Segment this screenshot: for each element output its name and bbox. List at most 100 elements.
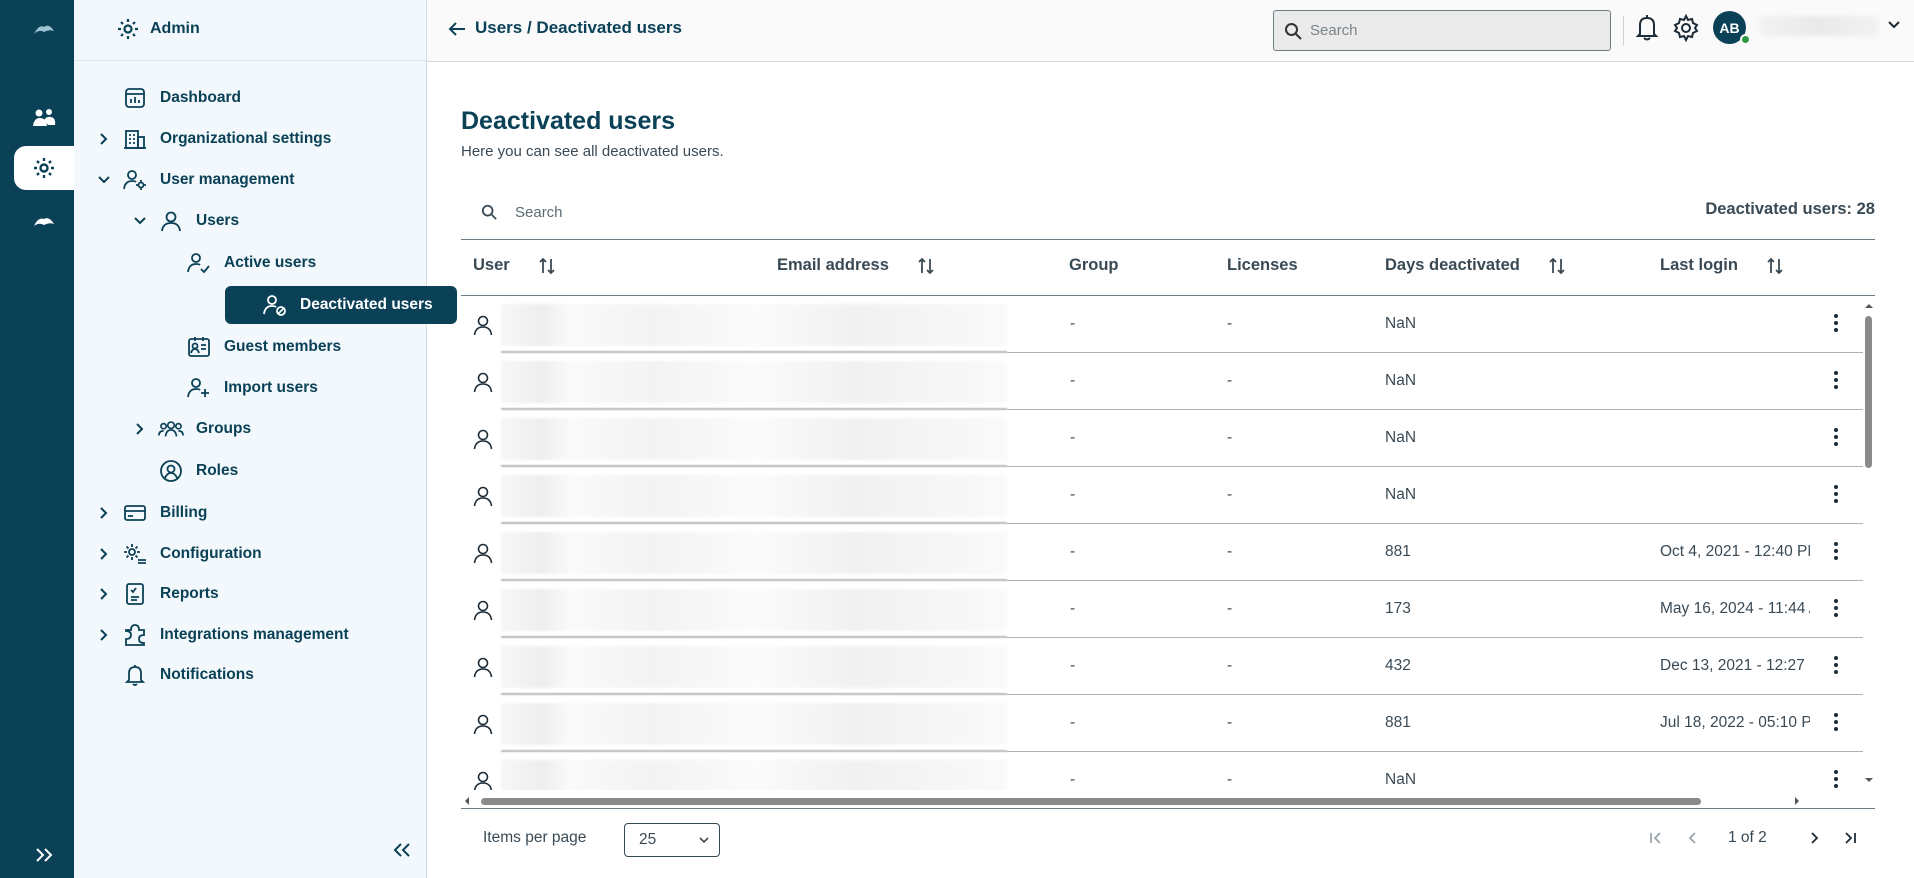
cell-group: - bbox=[1070, 657, 1076, 674]
table-row[interactable]: - - 173 May 16, 2024 - 11:44 AM bbox=[461, 581, 1863, 638]
global-search-input[interactable] bbox=[1310, 22, 1590, 39]
expand-rail-icon[interactable] bbox=[14, 835, 74, 875]
user-check-icon bbox=[186, 252, 212, 274]
table-row[interactable]: - - 881 Jul 18, 2022 - 05:10 PM bbox=[461, 695, 1863, 752]
redacted-user-info bbox=[501, 475, 1007, 517]
sort-icon[interactable] bbox=[538, 257, 556, 275]
sidebar-item-integrations[interactable]: Integrations management bbox=[94, 616, 349, 654]
sidebar-item-configuration[interactable]: Configuration bbox=[94, 535, 262, 573]
column-label: User bbox=[473, 256, 510, 274]
table-row[interactable]: - - 881 Oct 4, 2021 - 12:40 PM bbox=[461, 524, 1863, 581]
sidebar-item-users[interactable]: Users bbox=[130, 202, 239, 240]
sidebar-item-import-users[interactable]: Import users bbox=[186, 369, 318, 407]
sort-icon[interactable] bbox=[1548, 257, 1566, 275]
back-arrow-icon[interactable] bbox=[447, 19, 467, 39]
table-row[interactable]: - - NaN bbox=[461, 410, 1863, 467]
table-row[interactable]: - - NaN bbox=[461, 296, 1863, 353]
sidebar-item-billing[interactable]: Billing bbox=[94, 494, 207, 532]
chevron-down-icon[interactable] bbox=[1887, 20, 1901, 30]
table-row[interactable]: - - NaN bbox=[461, 353, 1863, 410]
sidebar-item-org-settings[interactable]: Organizational settings bbox=[94, 120, 331, 158]
sort-icon[interactable] bbox=[1766, 257, 1784, 275]
cloud-icon[interactable] bbox=[14, 200, 74, 244]
more-options-icon[interactable] bbox=[1833, 483, 1839, 505]
chevron-down-icon[interactable] bbox=[130, 216, 150, 226]
more-options-icon[interactable] bbox=[1833, 312, 1839, 334]
collapse-sidebar-icon[interactable] bbox=[392, 842, 412, 858]
horizontal-scroll-thumb[interactable] bbox=[481, 798, 1701, 805]
notifications-bell-icon[interactable] bbox=[1635, 14, 1659, 42]
sidebar-item-notifications[interactable]: Notifications bbox=[94, 656, 254, 694]
cell-licenses: - bbox=[1227, 372, 1233, 389]
column-header-user[interactable]: User bbox=[473, 256, 556, 275]
brand-logo-icon[interactable] bbox=[14, 10, 74, 50]
table-row[interactable]: - - NaN bbox=[461, 752, 1863, 790]
collaboration-icon[interactable] bbox=[14, 96, 74, 140]
chevron-right-icon[interactable] bbox=[94, 628, 114, 642]
more-options-icon[interactable] bbox=[1833, 540, 1839, 562]
sidebar-item-groups[interactable]: Groups bbox=[130, 410, 251, 448]
top-bar: Users / Deactivated users AB bbox=[427, 0, 1914, 62]
settings-gear-icon[interactable] bbox=[1672, 14, 1700, 42]
table-row[interactable]: - - NaN bbox=[461, 467, 1863, 524]
sidebar-header: Admin bbox=[116, 14, 200, 44]
table-search-input[interactable] bbox=[515, 203, 915, 221]
chevron-right-icon[interactable] bbox=[130, 422, 150, 436]
group-icon bbox=[158, 418, 184, 440]
table-row[interactable]: - - 432 Dec 13, 2021 - 12:27 PM bbox=[461, 638, 1863, 695]
chevron-down-icon[interactable] bbox=[94, 175, 114, 185]
global-search[interactable] bbox=[1273, 10, 1611, 51]
user-icon bbox=[473, 428, 493, 450]
sort-icon[interactable] bbox=[917, 257, 935, 275]
sidebar-item-label: Reports bbox=[160, 585, 219, 602]
sidebar-item-reports[interactable]: Reports bbox=[94, 575, 219, 613]
last-page-icon[interactable] bbox=[1842, 830, 1858, 846]
sidebar-item-guest-members[interactable]: Guest members bbox=[186, 328, 341, 366]
sidebar-item-roles[interactable]: Roles bbox=[158, 452, 238, 490]
vertical-scroll-thumb[interactable] bbox=[1865, 316, 1872, 468]
chevron-right-icon[interactable] bbox=[94, 132, 114, 146]
more-options-icon[interactable] bbox=[1833, 597, 1839, 619]
cell-licenses: - bbox=[1227, 315, 1233, 332]
column-header-email[interactable]: Email address bbox=[777, 256, 935, 275]
sidebar-item-dashboard[interactable]: Dashboard bbox=[94, 79, 241, 117]
more-options-icon[interactable] bbox=[1833, 369, 1839, 391]
more-options-icon[interactable] bbox=[1833, 711, 1839, 733]
user-blocked-icon bbox=[262, 294, 288, 316]
sidebar-item-label: Import users bbox=[224, 379, 318, 396]
building-icon bbox=[122, 128, 148, 150]
cell-group: - bbox=[1070, 315, 1076, 332]
column-header-days-deactivated[interactable]: Days deactivated bbox=[1385, 256, 1566, 275]
column-header-last-login[interactable]: Last login bbox=[1660, 256, 1784, 275]
sidebar-item-deactivated-users[interactable]: Deactivated users bbox=[225, 286, 457, 324]
next-page-icon[interactable] bbox=[1806, 830, 1822, 846]
sidebar-item-active-users[interactable]: Active users bbox=[186, 244, 316, 282]
chevron-right-icon[interactable] bbox=[94, 506, 114, 520]
config-gear-icon bbox=[122, 542, 148, 566]
first-page-icon[interactable] bbox=[1648, 830, 1664, 846]
vertical-scrollbar[interactable] bbox=[1863, 300, 1875, 786]
items-per-page-select[interactable]: 25 bbox=[624, 823, 720, 857]
more-options-icon[interactable] bbox=[1833, 768, 1839, 790]
sidebar-divider bbox=[74, 60, 426, 61]
more-options-icon[interactable] bbox=[1833, 654, 1839, 676]
horizontal-scrollbar[interactable] bbox=[461, 794, 1863, 808]
cell-group: - bbox=[1070, 486, 1076, 503]
more-options-icon[interactable] bbox=[1833, 426, 1839, 448]
redacted-user-info bbox=[501, 589, 1007, 631]
bell-icon bbox=[122, 663, 148, 687]
dashboard-icon bbox=[122, 87, 148, 109]
sidebar-item-user-management[interactable]: User management bbox=[94, 161, 294, 199]
user-icon bbox=[158, 210, 184, 232]
chevron-right-icon[interactable] bbox=[94, 547, 114, 561]
table-search[interactable] bbox=[461, 194, 1261, 230]
user-icon bbox=[473, 542, 493, 564]
breadcrumb[interactable]: Users / Deactivated users bbox=[475, 18, 682, 38]
cell-licenses: - bbox=[1227, 543, 1233, 560]
cell-days-deactivated: NaN bbox=[1385, 771, 1417, 788]
chevron-right-icon[interactable] bbox=[94, 587, 114, 601]
admin-gear-icon[interactable] bbox=[14, 146, 74, 190]
user-icon bbox=[473, 656, 493, 678]
previous-page-icon[interactable] bbox=[1685, 830, 1701, 846]
column-label: Last login bbox=[1660, 256, 1738, 274]
